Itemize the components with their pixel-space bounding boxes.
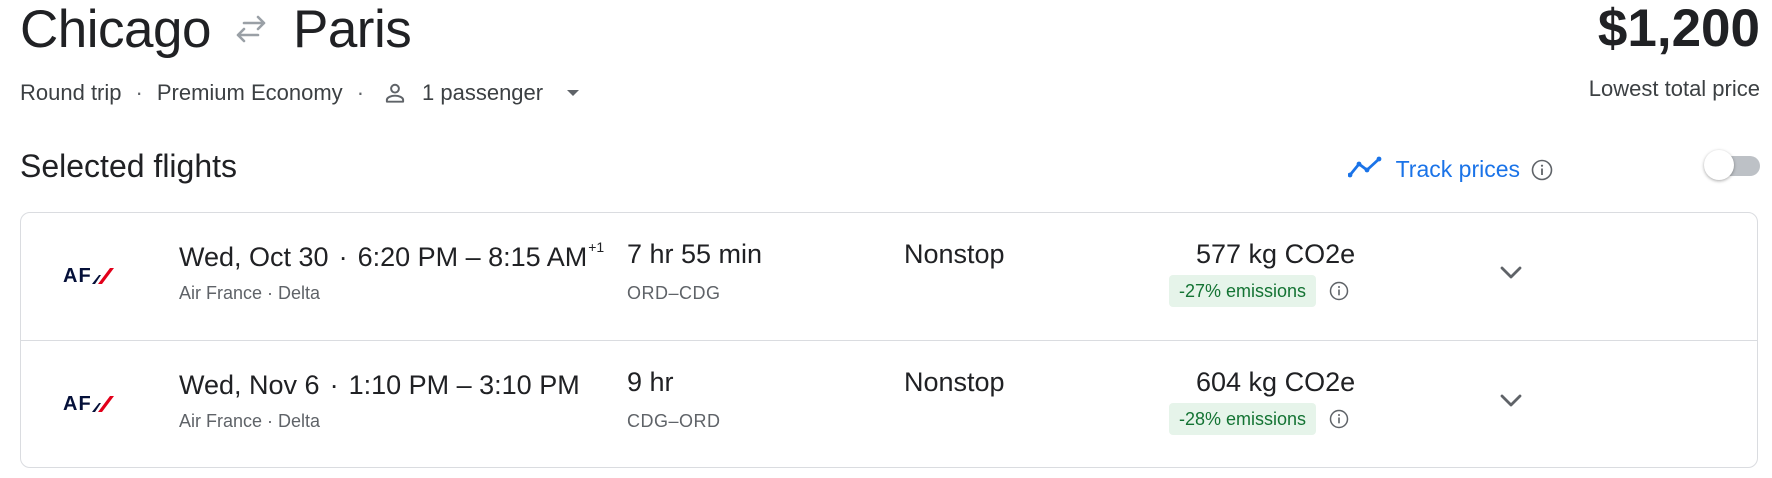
emissions-badge: -27% emissions <box>1169 275 1317 307</box>
separator-dot: · <box>338 242 348 272</box>
section-title: Selected flights <box>20 148 238 184</box>
flight-emissions: 577 kg CO2e <box>1196 239 1356 269</box>
price-label: Lowest total price <box>1588 76 1760 101</box>
trend-line-icon <box>1347 156 1382 183</box>
airline-logo: AF <box>63 261 135 291</box>
flight-route: CDG–ORD <box>627 411 721 431</box>
flight-stops: Nonstop <box>904 239 1005 269</box>
origin-city[interactable]: Chicago <box>20 0 211 60</box>
selected-flights-card: AF Wed, Oct 30 · 6:20 PM – 8:15 AM+1 Air F… <box>20 212 1758 468</box>
flight-times: Wed, Oct 30 · 6:20 PM – 8:15 AM+1 <box>179 239 604 273</box>
swap-arrows-icon[interactable] <box>231 9 271 49</box>
flight-emissions: 604 kg CO2e <box>1196 367 1356 397</box>
time-range: 1:10 PM – 3:10 PM <box>348 370 580 400</box>
flight-duration: 7 hr 55 min <box>627 239 763 269</box>
track-prices-label[interactable]: Track prices <box>1396 156 1520 183</box>
info-icon[interactable] <box>1327 279 1351 303</box>
route-title: Chicago Paris <box>20 0 412 64</box>
flight-date: Wed, Oct 30 <box>179 242 329 272</box>
lowest-price: $1,200 <box>1597 0 1760 58</box>
airlines: Air France · Delta <box>179 283 321 303</box>
flight-row-return[interactable]: AF Wed, Nov 6 · 1:10 PM – 3:10 PM Air Fran… <box>21 341 1757 468</box>
flight-date: Wed, Nov 6 <box>179 370 320 400</box>
person-icon <box>382 79 410 107</box>
airlines: Air France · Delta <box>179 411 321 431</box>
flight-stops: Nonstop <box>904 367 1005 397</box>
flight-times: Wed, Nov 6 · 1:10 PM – 3:10 PM <box>179 367 581 401</box>
chevron-down-icon[interactable] <box>1491 253 1531 293</box>
separator-dot: · <box>135 80 143 105</box>
separator-dot: · <box>356 80 365 105</box>
flight-duration: 9 hr <box>627 367 674 397</box>
toggle-knob <box>1704 150 1734 180</box>
separator-dot: · <box>329 370 339 400</box>
airline-logo: AF <box>63 389 135 419</box>
caret-down-icon[interactable] <box>565 88 581 98</box>
info-icon[interactable] <box>1530 158 1554 182</box>
track-prices[interactable]: Track prices <box>1347 156 1554 183</box>
chevron-down-icon[interactable] <box>1491 381 1531 421</box>
flight-row-outbound[interactable]: AF Wed, Oct 30 · 6:20 PM – 8:15 AM+1 Air F… <box>21 213 1757 340</box>
cabin-class[interactable]: Premium Economy <box>157 80 343 106</box>
trip-details: Round trip · Premium Economy · 1 passeng… <box>20 76 581 110</box>
track-prices-toggle[interactable] <box>1704 150 1760 182</box>
trip-type[interactable]: Round trip <box>20 80 122 106</box>
info-icon[interactable] <box>1327 407 1351 431</box>
passenger-count[interactable]: 1 passenger <box>422 80 543 106</box>
destination-city[interactable]: Paris <box>293 0 412 60</box>
time-range: 6:20 PM – 8:15 AM <box>357 242 588 272</box>
day-offset: +1 <box>588 239 605 255</box>
flight-route: ORD–CDG <box>627 283 721 303</box>
emissions-badge: -28% emissions <box>1169 403 1317 435</box>
